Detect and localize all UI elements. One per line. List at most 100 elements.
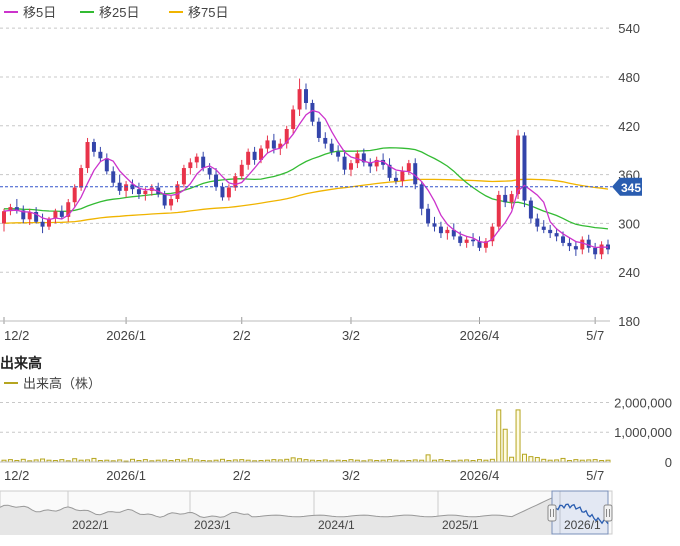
candle [8,203,13,216]
volume-bar [509,456,515,463]
candle [490,223,495,247]
candle [477,236,482,252]
volume-bar [515,409,521,463]
navigator-x-label: 2022/1 [72,518,109,532]
legend-label: 移75日 [188,5,228,20]
candle-body [2,211,6,224]
current-price-badge: 345 [612,177,642,196]
x-tick-label: 3/2 [342,468,360,483]
candle-body [239,164,244,177]
y-tick-label: 420 [618,119,640,134]
candle [548,225,553,239]
candle [2,208,6,232]
candle [316,117,321,143]
candle [297,78,302,116]
candle [265,135,270,154]
candle-body [522,135,527,201]
candle-body [98,151,103,159]
candle [387,158,392,182]
candle-body [252,151,257,160]
volume-grid: 0 1,000,000 2,000,000 [0,395,672,470]
candles [2,78,610,260]
candle [599,241,604,260]
candle-body [104,158,109,172]
candle-body [561,236,566,243]
candle-body [535,218,540,227]
candle-body [464,239,469,243]
candle-body [516,135,521,195]
navigator[interactable]: 2022/1 2023/1 2024/1 2025/1 2026/1 [0,490,613,535]
candle [464,236,469,248]
candle [91,138,96,157]
candle-body [554,233,559,237]
volume-bar [290,457,296,463]
candle [21,205,26,224]
candle [194,153,199,169]
candle [304,83,308,110]
candle [220,182,225,201]
legend-item-1[interactable]: 移5日 [4,5,56,20]
candle [541,220,546,234]
candle [573,241,578,256]
candle-body [207,168,212,175]
candle-body [528,200,533,219]
y-tick-label: 240 [618,265,640,280]
candle-body [162,194,167,206]
candle-body [136,189,141,195]
candle [104,153,109,175]
candle-body [124,184,129,191]
candle-body [316,121,321,138]
candle-body [111,171,116,183]
x-tick-label: 5/7 [586,468,604,483]
candle [66,198,71,222]
candle-body [329,143,334,152]
legend-item-2[interactable]: 移25日 [80,5,139,20]
badge-text: 345 [621,181,641,195]
volume-y-label: 1,000,000 [614,425,672,440]
volume-bar [521,453,527,463]
volume-y-label: 2,000,000 [614,395,672,410]
candle [432,216,437,232]
candle-body [233,176,238,188]
candle [496,190,501,232]
candle [451,223,456,240]
navigator-handle-right[interactable] [603,504,613,522]
candle-body [143,190,148,195]
candle-body [79,168,84,188]
candle [111,166,116,187]
candle-body [336,151,341,157]
candle [233,172,238,191]
candle-body [304,89,308,103]
candle [438,221,443,239]
candle [239,159,244,180]
handle-body [547,504,557,522]
volume-title: 出来高 [0,355,42,371]
candle [426,203,431,227]
navigator-handle-left[interactable] [547,504,557,522]
candle [85,137,90,173]
candle-body [393,177,398,182]
candle [156,182,161,198]
candle-body [323,137,328,144]
candle-body [593,247,598,255]
y-tick-label: 180 [618,314,640,329]
x-axis-volume: 12/2 2026/1 2/2 3/2 2026/4 5/7 [4,468,604,483]
volume-y-label: 0 [665,455,672,470]
candle [181,164,186,188]
navigator-x-label: 2023/1 [194,518,231,532]
candle [393,171,398,185]
volume-bar [534,457,540,463]
candle-body [246,151,251,165]
volume-legend[interactable]: 出来高（株） [4,376,101,391]
y-tick-label: 300 [618,216,640,231]
candle [567,238,572,252]
candle-body [85,142,90,169]
legend-item-3[interactable]: 移75日 [169,5,228,20]
candle-body [310,102,315,122]
candle-body [348,163,353,170]
candle-body [426,208,431,224]
candle-body [291,109,296,130]
price-grid: 180240300360420480540 [0,21,640,329]
legend-label: 移25日 [99,5,139,20]
candle-body [342,156,347,170]
